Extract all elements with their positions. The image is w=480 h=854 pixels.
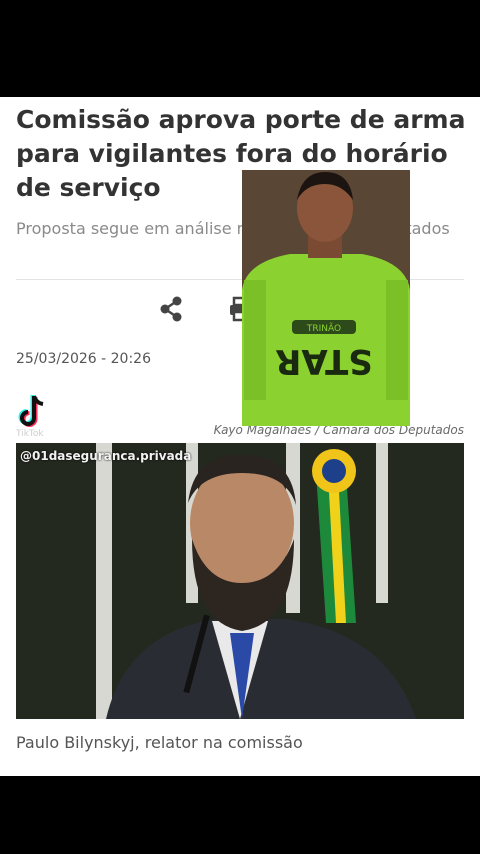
article-date: 25/03/2026 - 20:26: [16, 351, 151, 367]
overlay-video: TRINÃO STAR: [242, 170, 410, 426]
print-icon[interactable]: [228, 295, 242, 323]
video-watermark: @01daseguranca.privada: [20, 449, 192, 463]
share-icon[interactable]: [158, 295, 184, 323]
svg-text:TikTok: TikTok: [15, 429, 44, 439]
svg-text:STAR: STAR: [275, 341, 373, 381]
tiktok-logo-icon: TikTok: [14, 390, 54, 440]
article-photo: @01daseguranca.privada: [16, 443, 464, 719]
photo-caption: Paulo Bilynskyj, relator na comissão: [16, 733, 303, 752]
svg-text:TRINÃO: TRINÃO: [306, 323, 341, 334]
